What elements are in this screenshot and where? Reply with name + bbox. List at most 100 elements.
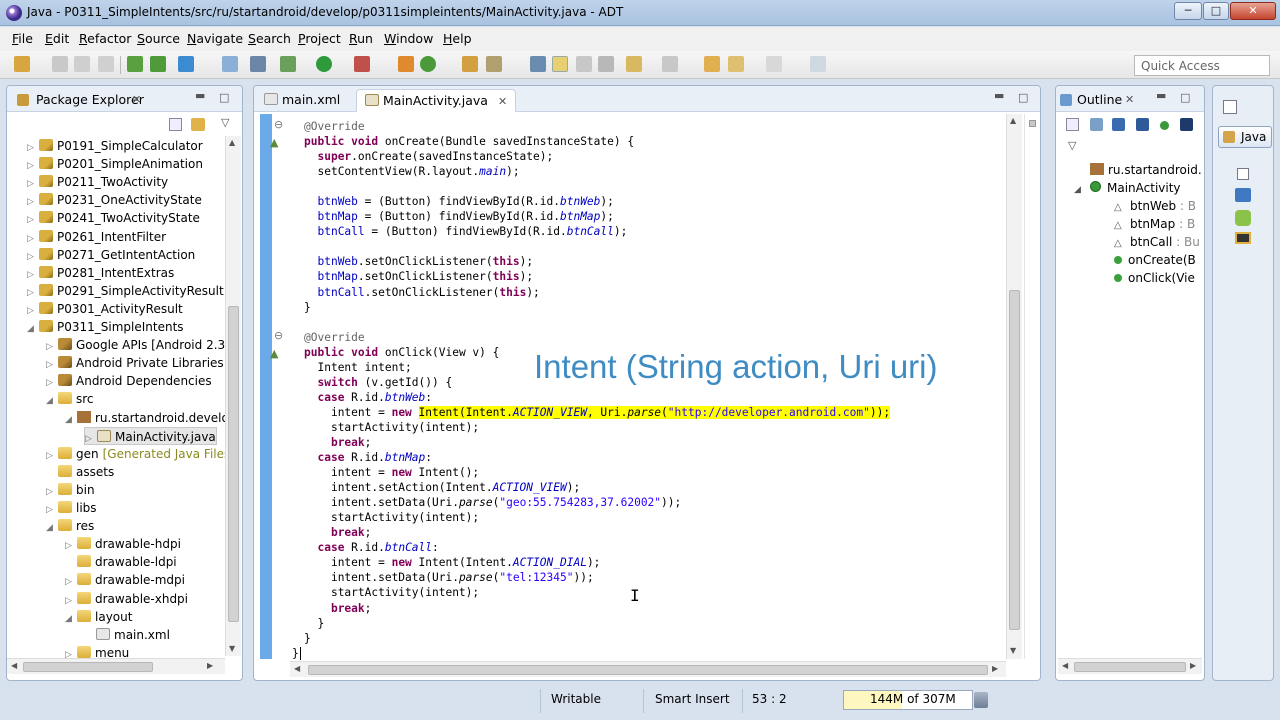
fold-toggle-icon[interactable]: ⊖ [274,329,283,342]
tree-item[interactable]: drawable-ldpi [65,553,177,571]
tree-item[interactable]: ▷ bin [46,481,95,499]
outline-item-field[interactable]: △ btnMap : B [1114,215,1202,233]
collapse-arrow-icon[interactable]: ◢ [65,411,77,429]
outline-item-package[interactable]: ru.startandroid.d [1090,161,1202,179]
outline-title[interactable]: Outline [1077,92,1122,107]
minimize-button[interactable]: ─ [1174,2,1202,20]
open-perspective-icon[interactable] [1223,100,1237,114]
forward-icon[interactable] [766,56,782,72]
tree-item[interactable]: ▷ P0211_TwoActivity [27,173,168,191]
tree-item[interactable]: assets [46,463,114,481]
android-icon[interactable] [1235,210,1251,226]
fold-toggle-icon[interactable]: ⊖ [274,118,283,131]
next-annotation-icon[interactable] [626,56,642,72]
new-android-project-icon[interactable] [222,56,238,72]
previous-annotation-icon[interactable] [662,56,678,72]
collapse-arrow-icon[interactable]: ◢ [46,392,58,410]
menu-project[interactable]: Project [298,31,341,46]
quick-access-input[interactable]: Quick Access [1134,55,1270,76]
hierarchy-view-icon[interactable] [1235,232,1251,244]
debug-icon[interactable] [280,56,296,72]
menu-help[interactable]: Help [443,31,472,46]
garbage-collect-icon[interactable] [974,692,988,708]
close-window-button[interactable]: ✕ [1230,2,1276,20]
collapse-arrow-icon[interactable]: ◢ [46,519,58,537]
skip-breakpoints-icon[interactable] [250,56,266,72]
menu-search[interactable]: Search [248,31,291,46]
save-all-icon[interactable] [74,56,90,72]
hide-local-types-icon[interactable] [1180,118,1193,131]
tree-item[interactable]: ◢ P0311_SimpleIntents [27,318,184,336]
tree-item[interactable]: ▷ Google APIs [Android 2.3.3 [46,336,225,354]
toggle-mark-occurrences-icon[interactable] [530,56,546,72]
sort-icon[interactable] [1090,118,1103,131]
tree-item[interactable]: ▷ P0191_SimpleCalculator [27,137,203,155]
new-icon[interactable] [14,56,30,72]
android-sdk-manager-icon[interactable] [127,56,143,72]
outline-hscroll-thumb[interactable] [1074,662,1186,672]
restore-icon[interactable] [1237,168,1249,180]
lint-check-icon[interactable] [178,56,194,72]
tree-item[interactable]: ▷ P0201_SimpleAnimation [27,155,203,173]
block-selection-icon[interactable] [598,56,614,72]
tree-item[interactable]: ▷ P0271_GetIntentAction [27,246,195,264]
tree-item[interactable]: ▷ drawable-hdpi [65,535,181,553]
menu-refactor[interactable]: Refactor [79,31,131,46]
android-avd-manager-icon[interactable] [150,56,166,72]
last-edit-location-icon[interactable] [704,56,720,72]
tree-item[interactable]: ▷ MainActivity.java [84,426,217,445]
outline-view-menu-icon[interactable]: ▽ [1068,139,1076,152]
code-editor[interactable]: @Override public void onCreate(Bundle sav… [292,119,1014,661]
vscroll-thumb[interactable] [228,306,239,622]
outline-collapse-all-icon[interactable] [1066,118,1079,131]
run-icon[interactable] [316,56,332,72]
maximize-button[interactable]: □ [1203,2,1229,20]
outline-item-class[interactable]: ◢ MainActivity [1074,179,1202,197]
print-icon[interactable] [98,56,114,72]
back-icon[interactable] [728,56,744,72]
tree-item[interactable]: ▷ P0261_IntentFilter [27,228,166,246]
menu-navigate[interactable]: Navigate [187,31,243,46]
hide-fields-icon[interactable] [1112,118,1125,131]
close-tab-icon[interactable]: ✕ [498,95,507,108]
tree-item[interactable]: ◢ layout [65,608,132,626]
toggle-highlight-icon[interactable] [552,56,568,72]
tree-item[interactable]: ◢ ru.startandroid.develop [65,409,225,427]
tree-item[interactable]: ▷ gen [Generated Java Files] [46,445,225,463]
outline-item-method[interactable]: onClick(Vie [1114,269,1202,287]
tab-main-xml[interactable]: main.xml [256,89,348,112]
tree-item[interactable]: ▷ libs [46,499,97,517]
editor-minimize-icon[interactable]: ▬ [994,89,1004,102]
search-icon[interactable] [486,56,502,72]
editor-hscroll-thumb[interactable] [308,665,988,675]
outline-hscrollbar[interactable]: ◀ ▶ [1058,658,1202,674]
new-java-package-icon[interactable] [398,56,414,72]
outline-close-icon[interactable]: ✕ [1125,93,1134,106]
package-explorer-hscrollbar[interactable]: ◀ ▶ [7,658,225,674]
tree-item[interactable]: ▷ P0281_IntentExtras [27,264,174,282]
save-icon[interactable] [52,56,68,72]
pin-editor-icon[interactable] [810,56,826,72]
collapse-arrow-icon[interactable]: ◢ [65,610,77,628]
menu-edit[interactable]: Edit [45,31,69,46]
show-whitespace-icon[interactable] [576,56,592,72]
package-explorer-vscrollbar[interactable]: ▲ ▼ [225,136,241,656]
hide-static-icon[interactable] [1136,118,1149,131]
outline-item-field[interactable]: △ btnCall : Bu [1114,233,1202,251]
editor-hscrollbar[interactable]: ◀ ▶ [290,661,1006,677]
open-type-icon[interactable] [462,56,478,72]
menu-file[interactable]: File [12,31,33,46]
tree-item[interactable]: ▷ Android Dependencies [46,372,212,390]
new-java-class-icon[interactable] [420,56,436,72]
java-perspective-button[interactable]: Java [1218,126,1272,148]
external-tools-icon[interactable] [354,56,370,72]
tree-item[interactable]: ◢ src [46,390,94,408]
tree-item[interactable]: ▷ P0301_ActivityResult [27,300,183,318]
menu-source[interactable]: Source [137,31,180,46]
tree-item[interactable]: main.xml [84,626,170,644]
tree-item[interactable]: ◢ res [46,517,94,535]
ddms-icon[interactable] [1235,188,1251,202]
tree-item[interactable]: ▷ drawable-mdpi [65,571,185,589]
hide-non-public-icon[interactable] [1160,121,1169,130]
editor-maximize-icon[interactable]: □ [1018,91,1028,104]
